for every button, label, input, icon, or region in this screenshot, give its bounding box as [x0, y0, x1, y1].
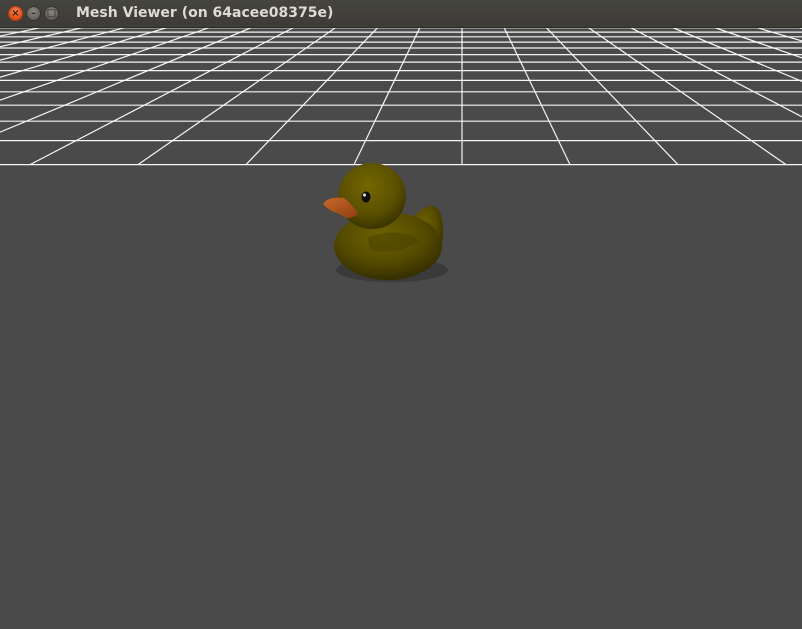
3d-viewport[interactable]: [0, 0, 802, 629]
window-title: Mesh Viewer (on 64acee08375e): [76, 5, 334, 21]
duck-eye-highlight: [363, 193, 366, 197]
duck-head: [338, 163, 406, 229]
maximize-icon[interactable]: □: [44, 6, 59, 21]
close-icon[interactable]: ×: [8, 6, 23, 21]
minimize-icon[interactable]: –: [26, 6, 41, 21]
scene-canvas[interactable]: [0, 0, 802, 629]
mesh-viewer-window: × – □ Mesh Viewer (on 64acee08375e): [0, 0, 802, 629]
window-titlebar[interactable]: × – □ Mesh Viewer (on 64acee08375e): [0, 0, 802, 28]
window-controls: × – □: [8, 6, 59, 21]
duck-eye: [361, 191, 371, 203]
rubber-duck-model[interactable]: [323, 163, 448, 282]
